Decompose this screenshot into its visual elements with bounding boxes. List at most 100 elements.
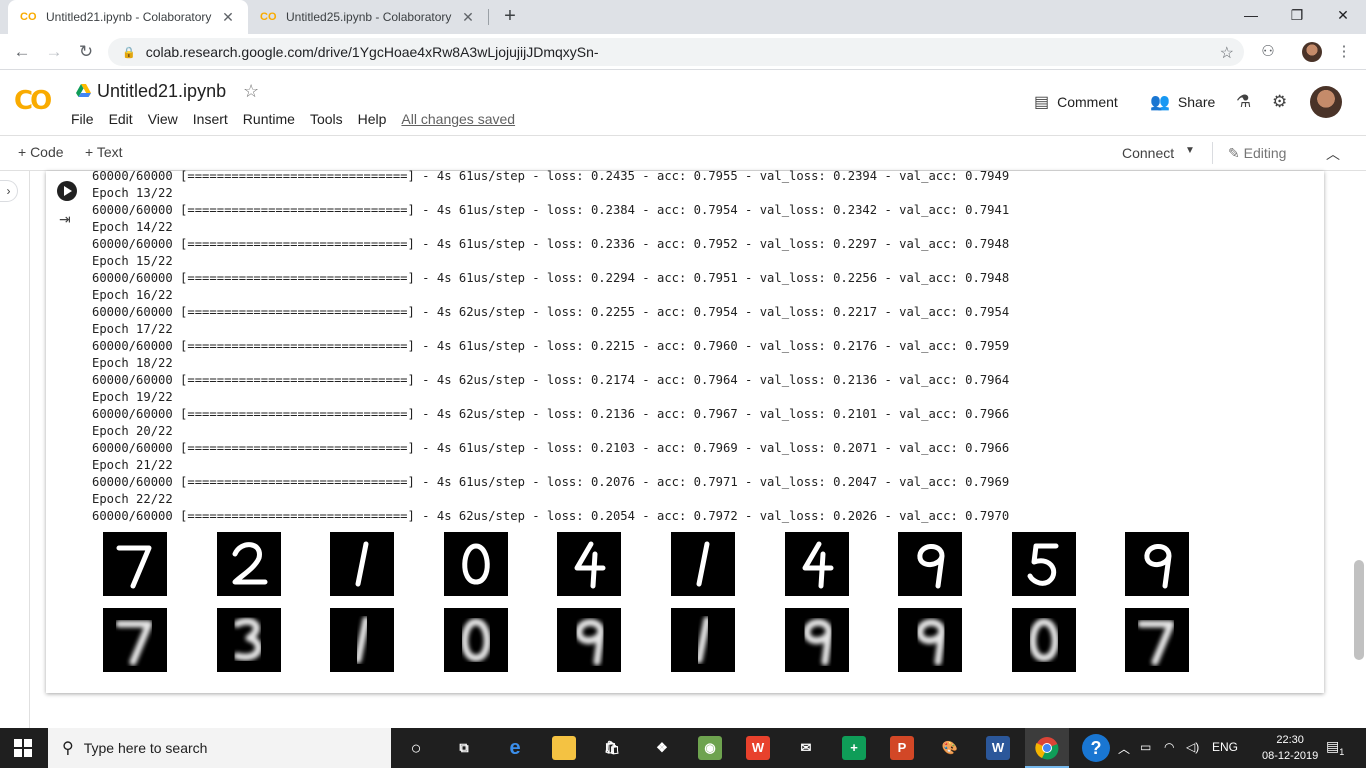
colab-logo[interactable]: CO: [14, 86, 52, 116]
sidebar-toggle-icon[interactable]: ›: [0, 180, 18, 202]
tray-chevron-icon[interactable]: ︿: [1118, 740, 1130, 757]
reload-button[interactable]: ↻: [74, 40, 98, 64]
digit-image: [330, 608, 395, 672]
notebook-title[interactable]: Untitled21.ipynb: [97, 81, 226, 102]
restore-button[interactable]: ❐: [1274, 0, 1320, 30]
digit-0-icon: [461, 618, 491, 662]
flask-icon[interactable]: ⚗: [1236, 92, 1251, 112]
word-icon[interactable]: W: [986, 736, 1010, 760]
menu-tools[interactable]: Tools: [310, 111, 343, 127]
menu-edit[interactable]: Edit: [109, 111, 133, 127]
digit-5-icon: [1027, 543, 1059, 586]
browser-menu-icon[interactable]: ⋮: [1334, 42, 1354, 62]
profile-avatar[interactable]: [1302, 42, 1322, 62]
digit-image: [1125, 608, 1190, 672]
language-indicator[interactable]: ENG: [1212, 740, 1238, 754]
notification-center-icon[interactable]: ▤1: [1326, 738, 1344, 757]
output-line: Epoch 17/22: [92, 322, 173, 336]
connect-button[interactable]: Connect: [1122, 145, 1174, 161]
share-button[interactable]: 👥 Share: [1150, 92, 1215, 112]
help-icon[interactable]: ?: [1082, 734, 1110, 762]
output-line: 60000/60000 [===========================…: [92, 203, 1010, 217]
save-status[interactable]: All changes saved: [401, 111, 515, 127]
people-icon: 👥: [1150, 94, 1170, 111]
close-window-button[interactable]: ✕: [1320, 0, 1366, 30]
add-text-button[interactable]: + Text: [85, 144, 123, 160]
digit-image: [784, 608, 849, 672]
browser-tab-active[interactable]: CO Untitled21.ipynb - Colaboratory ✕: [8, 0, 248, 34]
digit-9-icon: [916, 619, 946, 666]
add-code-button[interactable]: + Code: [18, 144, 64, 160]
wifi-icon[interactable]: ◠: [1164, 740, 1174, 754]
user-avatar[interactable]: [1310, 86, 1342, 118]
run-cell-button[interactable]: [57, 181, 77, 201]
digit-image: [1011, 608, 1076, 672]
wps-icon[interactable]: W: [746, 736, 770, 760]
browser-tab[interactable]: CO Untitled25.ipynb - Colaboratory ✕: [248, 0, 488, 34]
app-icon[interactable]: ◉: [698, 736, 722, 760]
digit-9-icon: [1144, 544, 1172, 589]
digit-7-icon: [116, 545, 152, 589]
output-menu-icon[interactable]: ⇥: [59, 211, 71, 228]
system-clock[interactable]: 22:30 08-12-2019: [1262, 732, 1318, 764]
menu-view[interactable]: View: [148, 111, 178, 127]
digit-image: [216, 608, 281, 672]
sheets-icon[interactable]: +: [842, 736, 866, 760]
windows-start-icon[interactable]: [14, 739, 32, 757]
edge-icon[interactable]: e: [503, 736, 527, 760]
extension-icon[interactable]: ⚇: [1258, 42, 1278, 62]
close-tab-icon[interactable]: ✕: [460, 9, 476, 26]
digit-image: [557, 532, 622, 596]
back-button[interactable]: ←: [10, 40, 34, 64]
chevron-up-icon[interactable]: ︿: [1326, 144, 1340, 164]
paint-icon[interactable]: 🎨: [938, 736, 962, 760]
digit-image: [898, 532, 963, 596]
dropbox-icon[interactable]: ❖: [650, 736, 674, 760]
page-scrollbar[interactable]: [1354, 560, 1364, 660]
mail-icon[interactable]: ✉: [794, 736, 818, 760]
editing-button[interactable]: ✎ Editing: [1228, 145, 1286, 162]
output-line: 60000/60000 [===========================…: [92, 475, 1010, 489]
menu-help[interactable]: Help: [358, 111, 387, 127]
powerpoint-icon[interactable]: P: [890, 736, 914, 760]
colab-header: CO Untitled21.ipynb ☆ File Edit View Ins…: [0, 70, 1366, 136]
output-line: 60000/60000 [===========================…: [92, 339, 1010, 353]
output-line: 60000/60000 [===========================…: [92, 169, 1010, 183]
address-bar[interactable]: 🔒 colab.research.google.com/drive/1YgcHo…: [108, 38, 1244, 66]
comment-button[interactable]: ▤ Comment: [1034, 92, 1118, 112]
notebook-toolbar: + Code + Text Connect ▼ ✎ Editing ︿: [0, 136, 1366, 171]
clock-date: 08-12-2019: [1262, 750, 1319, 762]
digit-image: [216, 532, 281, 596]
menu-insert[interactable]: Insert: [193, 111, 228, 127]
cortana-icon[interactable]: ○: [404, 736, 428, 760]
tab-divider: [488, 9, 489, 25]
share-label: Share: [1177, 94, 1216, 110]
bookmark-star-icon[interactable]: ☆: [1220, 43, 1234, 63]
minimize-button[interactable]: —: [1228, 0, 1274, 30]
menu-bar: File Edit View Insert Runtime Tools Help…: [71, 111, 530, 127]
output-line: Epoch 19/22: [92, 390, 173, 404]
task-view-icon[interactable]: ⧉: [452, 736, 476, 760]
taskbar-search[interactable]: ⚲ Type here to search: [48, 728, 391, 768]
menu-file[interactable]: File: [71, 111, 94, 127]
file-explorer-icon[interactable]: [552, 736, 576, 760]
url-text: colab.research.google.com/drive/1YgcHoae…: [145, 44, 599, 60]
new-tab-button[interactable]: +: [498, 4, 522, 28]
store-icon[interactable]: 🛍: [600, 736, 624, 760]
gear-icon[interactable]: ⚙: [1272, 92, 1287, 112]
output-line: Epoch 16/22: [92, 288, 173, 302]
star-notebook-icon[interactable]: ☆: [243, 81, 259, 102]
battery-icon[interactable]: ▭: [1140, 740, 1151, 754]
colab-favicon-icon: CO: [20, 11, 37, 23]
volume-icon[interactable]: ◁): [1186, 740, 1199, 754]
left-border: [29, 171, 30, 728]
close-tab-icon[interactable]: ✕: [220, 9, 236, 26]
output-line: Epoch 18/22: [92, 356, 173, 370]
menu-runtime[interactable]: Runtime: [243, 111, 295, 127]
comment-icon: ▤: [1034, 94, 1050, 111]
output-line: 60000/60000 [===========================…: [92, 271, 1010, 285]
chevron-down-icon[interactable]: ▼: [1185, 145, 1195, 156]
digit-1-icon: [696, 541, 710, 587]
forward-button[interactable]: →: [42, 40, 66, 64]
digit-4-icon: [574, 541, 606, 589]
